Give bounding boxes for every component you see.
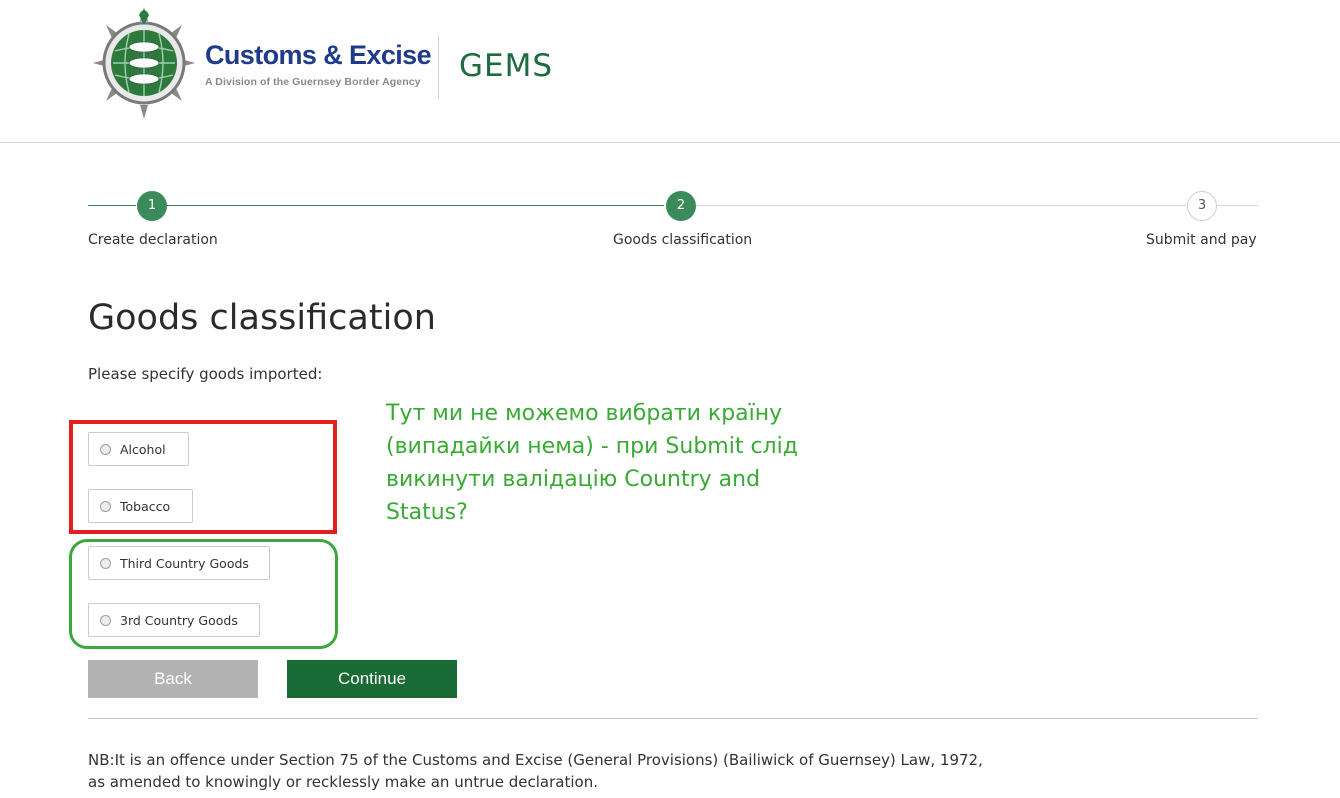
step-line-2-3: [696, 205, 1186, 206]
step-3-circle: 3: [1187, 191, 1217, 221]
step-line-right: [1217, 205, 1258, 206]
step-1-label: Create declaration: [88, 232, 218, 248]
back-button[interactable]: Back: [88, 660, 258, 698]
option-label: 3rd Country Goods: [120, 613, 238, 628]
step-1-circle: 1: [137, 191, 167, 221]
step-line-1-2: [167, 205, 664, 206]
site-header: Customs & Excise A Division of the Guern…: [0, 0, 1340, 143]
page-title: Goods classification: [88, 298, 436, 338]
option-label: Third Country Goods: [120, 556, 249, 571]
goods-option-tobacco[interactable]: Tobacco: [88, 489, 193, 523]
step-3-label: Submit and pay: [1146, 232, 1257, 248]
radio-icon[interactable]: [100, 444, 111, 455]
annotation-note: Тут ми не можемо вибрати країну (випадай…: [386, 401, 798, 525]
goods-prompt: Please specify goods imported:: [88, 365, 323, 383]
logo-subtitle: A Division of the Guernsey Border Agency: [205, 76, 421, 88]
goods-option-alcohol[interactable]: Alcohol: [88, 432, 189, 466]
footer-divider: [88, 718, 1258, 719]
goods-option-third-country[interactable]: Third Country Goods: [88, 546, 270, 580]
option-label: Tobacco: [120, 499, 171, 514]
logo-title: Customs & Excise: [205, 40, 432, 70]
option-label: Alcohol: [120, 442, 166, 457]
radio-icon[interactable]: [100, 558, 111, 569]
app-name: GEMS: [459, 48, 554, 84]
radio-icon[interactable]: [100, 615, 111, 626]
goods-option-3rd-country[interactable]: 3rd Country Goods: [88, 603, 260, 637]
header-divider: [438, 36, 439, 98]
customs-seal-logo: [93, 7, 195, 119]
step-2-label: Goods classification: [613, 232, 753, 248]
step-2-circle: 2: [666, 191, 696, 221]
step-line-left: [88, 205, 136, 206]
continue-button[interactable]: Continue: [287, 660, 457, 698]
legal-notice: NB:It is an offence under Section 75 of …: [88, 751, 983, 791]
radio-icon[interactable]: [100, 501, 111, 512]
